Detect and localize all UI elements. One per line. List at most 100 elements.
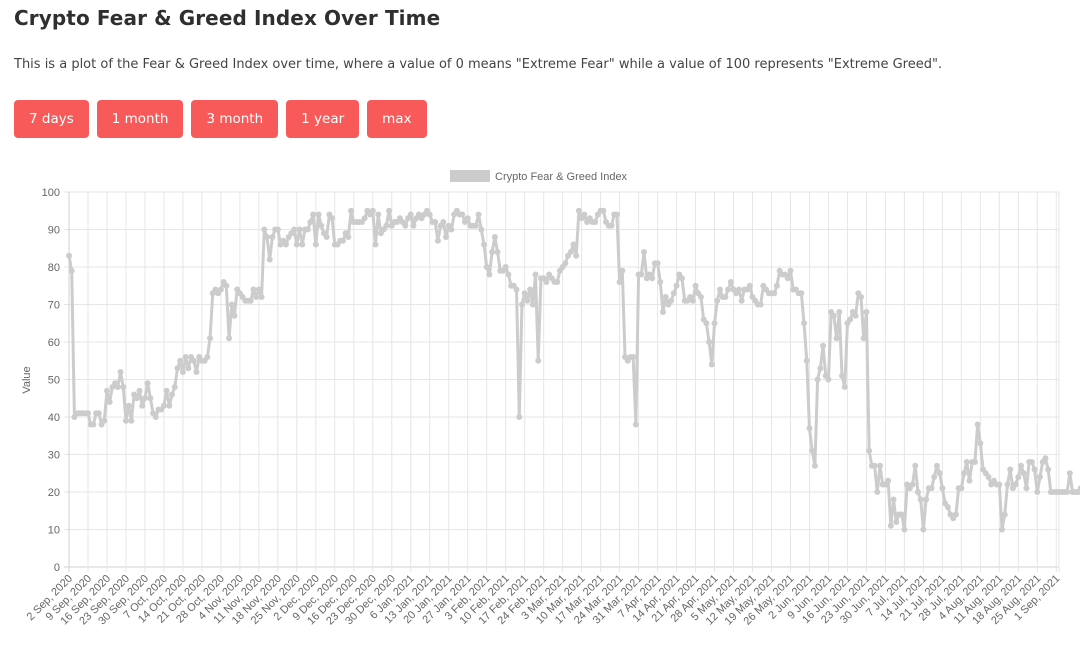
data-point[interactable] (182, 354, 189, 360)
data-point[interactable] (771, 290, 778, 297)
data-point[interactable] (505, 271, 512, 278)
data-point[interactable] (247, 297, 254, 304)
data-point[interactable] (711, 320, 718, 327)
data-point[interactable] (952, 511, 959, 518)
data-point[interactable] (616, 279, 623, 285)
data-point[interactable] (977, 440, 984, 447)
data-point[interactable] (917, 496, 924, 503)
data-point[interactable] (66, 252, 72, 259)
data-point[interactable] (809, 447, 816, 454)
data-point[interactable] (944, 504, 951, 510)
data-point[interactable] (345, 234, 352, 240)
chart-legend[interactable]: Crypto Fear & Greed Index (450, 170, 628, 183)
data-point[interactable] (757, 301, 764, 308)
data-point[interactable] (179, 369, 186, 375)
data-point[interactable] (999, 526, 1006, 533)
data-point[interactable] (1001, 511, 1008, 518)
data-point[interactable] (836, 309, 843, 315)
data-point[interactable] (169, 391, 176, 398)
data-point[interactable] (961, 470, 968, 477)
data-point[interactable] (567, 249, 574, 255)
data-point[interactable] (106, 399, 113, 405)
range-3-month-button[interactable]: 3 month (191, 100, 279, 138)
data-point[interactable] (95, 410, 102, 417)
data-point[interactable] (480, 241, 487, 248)
data-point[interactable] (258, 294, 265, 300)
data-point[interactable] (513, 286, 520, 293)
data-point[interactable] (909, 481, 916, 488)
data-point[interactable] (133, 395, 140, 402)
data-point[interactable] (801, 320, 808, 327)
data-point[interactable] (402, 222, 409, 229)
data-point[interactable] (798, 290, 805, 297)
data-point[interactable] (890, 496, 897, 503)
data-point[interactable] (600, 207, 607, 214)
data-point[interactable] (459, 211, 466, 218)
data-point[interactable] (1037, 474, 1044, 480)
data-point[interactable] (101, 417, 108, 424)
data-point[interactable] (386, 207, 393, 214)
data-point[interactable] (1018, 462, 1025, 469)
data-point[interactable] (1064, 489, 1071, 495)
data-point[interactable] (117, 369, 124, 375)
data-point[interactable] (193, 369, 200, 375)
data-point[interactable] (1004, 481, 1011, 488)
data-point[interactable] (274, 226, 281, 233)
data-point[interactable] (502, 264, 509, 270)
data-point[interactable] (811, 462, 818, 469)
data-point[interactable] (876, 462, 883, 469)
data-point[interactable] (443, 234, 450, 240)
data-point[interactable] (120, 384, 127, 390)
data-point[interactable] (814, 376, 821, 383)
data-point[interactable] (830, 312, 837, 319)
data-point[interactable] (673, 282, 680, 289)
data-point[interactable] (464, 215, 471, 222)
data-point[interactable] (703, 320, 710, 327)
data-point[interactable] (312, 241, 319, 248)
data-point[interactable] (1066, 470, 1073, 477)
data-point[interactable] (483, 264, 490, 270)
data-point[interactable] (440, 219, 447, 225)
data-point[interactable] (1012, 481, 1019, 488)
data-point[interactable] (985, 474, 992, 480)
data-point[interactable] (253, 294, 260, 300)
range-7-days-button[interactable]: 7 days (14, 100, 89, 138)
data-point[interactable] (575, 207, 582, 214)
data-point[interactable] (426, 211, 433, 218)
data-point[interactable] (478, 226, 485, 233)
data-point[interactable] (898, 511, 905, 518)
data-point[interactable] (738, 297, 745, 304)
data-point[interactable] (839, 372, 846, 379)
data-point[interactable] (516, 414, 523, 420)
data-point[interactable] (160, 402, 167, 409)
data-point[interactable] (524, 297, 531, 304)
data-point[interactable] (532, 271, 539, 278)
data-point[interactable] (529, 301, 536, 308)
data-point[interactable] (207, 335, 214, 342)
data-point[interactable] (348, 207, 355, 214)
data-point[interactable] (974, 421, 981, 428)
data-point[interactable] (372, 241, 379, 248)
data-point[interactable] (933, 462, 940, 469)
data-point[interactable] (630, 354, 637, 360)
data-point[interactable] (858, 294, 864, 300)
data-point[interactable] (407, 211, 414, 218)
data-point[interactable] (1034, 489, 1041, 495)
data-point[interactable] (68, 267, 75, 274)
data-point[interactable] (689, 297, 696, 304)
data-point[interactable] (708, 361, 715, 368)
data-point[interactable] (784, 275, 791, 282)
data-point[interactable] (649, 275, 656, 282)
data-point[interactable] (171, 384, 178, 390)
data-point[interactable] (820, 342, 827, 349)
data-point[interactable] (310, 211, 317, 218)
data-point[interactable] (269, 234, 276, 240)
data-point[interactable] (654, 260, 661, 267)
data-point[interactable] (190, 357, 197, 364)
data-point[interactable] (936, 470, 943, 477)
data-point[interactable] (291, 226, 298, 233)
data-point[interactable] (472, 222, 479, 229)
data-point[interactable] (125, 402, 132, 409)
data-point[interactable] (315, 211, 322, 218)
data-point[interactable] (174, 365, 181, 372)
